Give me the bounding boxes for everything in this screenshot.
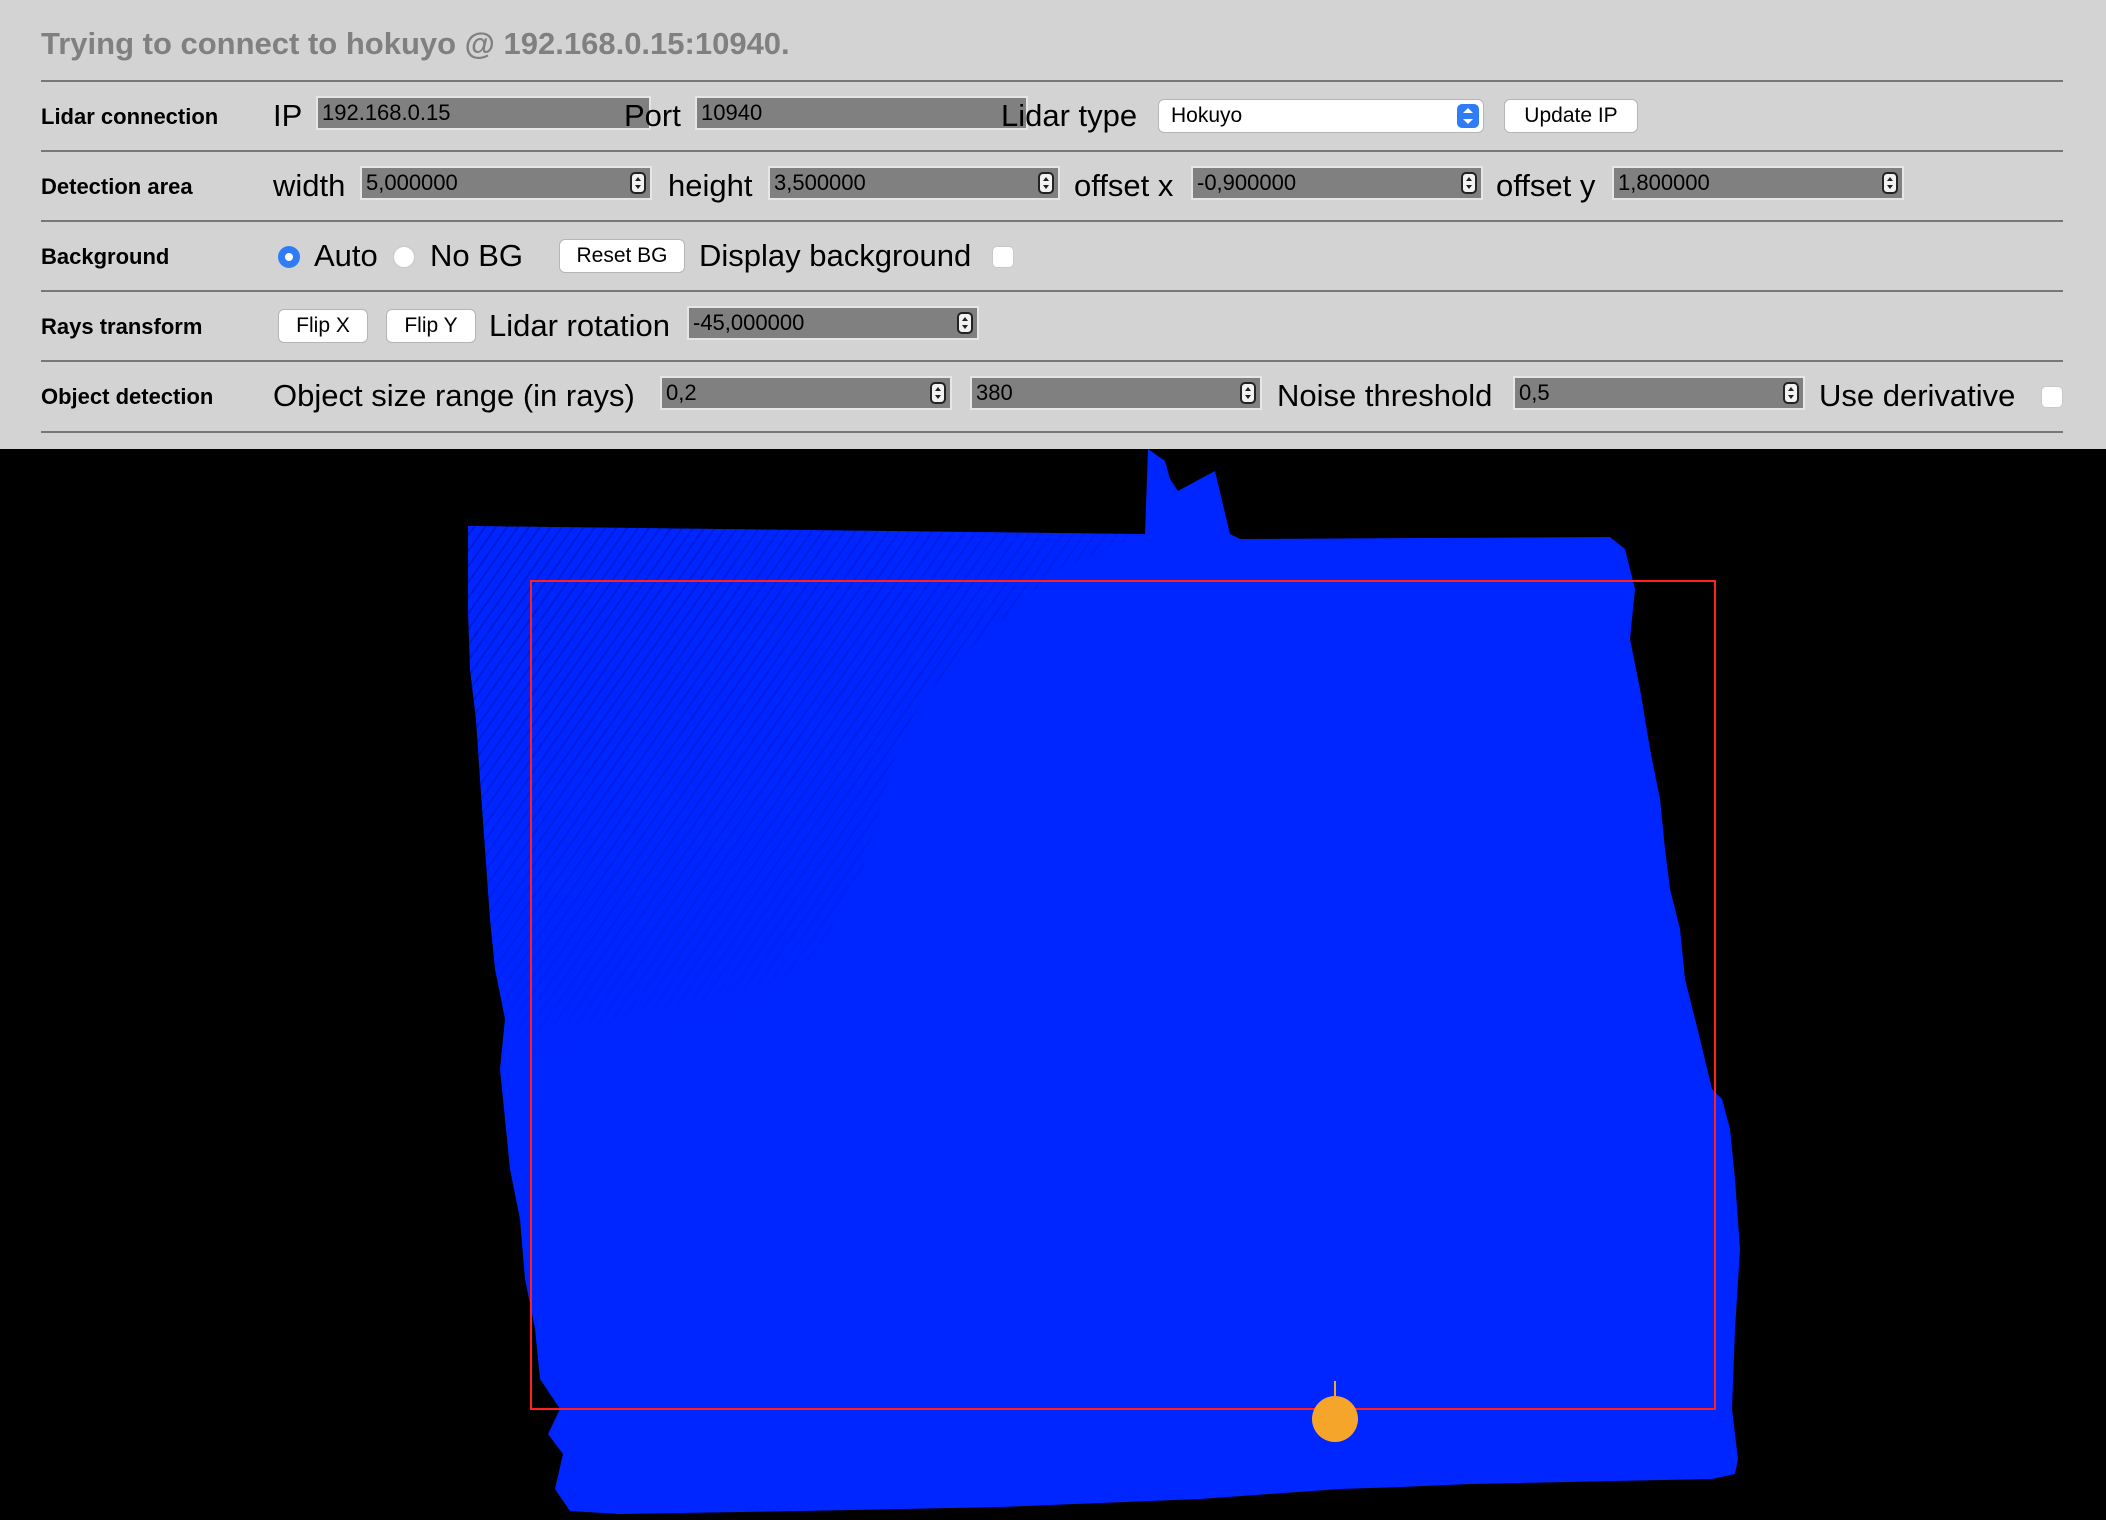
stepper-icon[interactable] [1240, 382, 1256, 404]
object-size-max-value: 380 [976, 380, 1013, 405]
row-object-detection: Object detection Object size range (in r… [41, 360, 2063, 433]
noise-threshold-value: 0,5 [1519, 380, 1550, 405]
lidar-type-value: Hokuyo [1171, 104, 1243, 127]
width-input[interactable]: 5,000000 [360, 166, 652, 200]
auto-label: Auto [314, 238, 378, 273]
height-value: 3,500000 [774, 170, 866, 195]
use-derivative-label: Use derivative [1819, 378, 2016, 413]
use-derivative-checkbox[interactable] [2041, 386, 2063, 408]
stepper-icon[interactable] [930, 382, 946, 404]
stepper-icon[interactable] [1461, 172, 1477, 194]
row-title-object-detection: Object detection [41, 384, 214, 409]
stepper-icon[interactable] [957, 312, 973, 334]
lidar-position-marker [1312, 1396, 1358, 1442]
object-size-min-input[interactable]: 0,2 [660, 376, 952, 410]
chevron-updown-icon [1457, 104, 1479, 128]
ip-input[interactable]: 192.168.0.15 [316, 96, 651, 130]
offset-y-input[interactable]: 1,800000 [1612, 166, 1904, 200]
no-bg-label: No BG [430, 238, 524, 273]
row-lidar-connection: Lidar connection IP 192.168.0.15 Port 10… [41, 80, 2063, 152]
row-title-detection-area: Detection area [41, 174, 193, 199]
port-input[interactable]: 10940 [695, 96, 1028, 130]
stepper-icon[interactable] [1882, 172, 1898, 194]
ip-label: IP [273, 98, 303, 133]
offset-y-label: offset y [1496, 168, 1596, 203]
height-input[interactable]: 3,500000 [768, 166, 1060, 200]
height-label: height [668, 168, 753, 203]
display-background-label: Display background [699, 238, 972, 273]
reset-bg-button[interactable]: Reset BG [559, 239, 685, 273]
display-background-checkbox[interactable] [992, 246, 1014, 268]
row-title-rays-transform: Rays transform [41, 314, 203, 339]
connection-status: Trying to connect to hokuyo @ 192.168.0.… [41, 26, 790, 61]
lidar-rotation-input[interactable]: -45,000000 [687, 306, 979, 340]
stepper-icon[interactable] [1038, 172, 1054, 194]
stepper-icon[interactable] [1783, 382, 1799, 404]
update-ip-button[interactable]: Update IP [1504, 99, 1638, 133]
row-detection-area: Detection area width 5,000000 height 3,5… [41, 150, 2063, 222]
width-label: width [273, 168, 346, 203]
row-background: Background Auto No BG Reset BG Display b… [41, 220, 2063, 292]
offset-x-label: offset x [1074, 168, 1174, 203]
flip-x-button[interactable]: Flip X [278, 309, 368, 343]
settings-panel: Trying to connect to hokuyo @ 192.168.0.… [0, 0, 2106, 449]
noise-threshold-input[interactable]: 0,5 [1513, 376, 1805, 410]
noise-threshold-label: Noise threshold [1277, 378, 1493, 413]
row-rays-transform: Rays transform Flip X Flip Y Lidar rotat… [41, 290, 2063, 362]
stepper-icon[interactable] [630, 172, 646, 194]
flip-y-button[interactable]: Flip Y [386, 309, 476, 343]
offset-x-value: -0,900000 [1197, 170, 1297, 195]
width-value: 5,000000 [366, 170, 458, 195]
offset-x-input[interactable]: -0,900000 [1191, 166, 1483, 200]
lidar-rotation-value: -45,000000 [693, 310, 805, 335]
object-size-max-input[interactable]: 380 [970, 376, 1262, 410]
no-bg-radio[interactable] [393, 246, 415, 268]
row-title-lidar-connection: Lidar connection [41, 104, 219, 129]
auto-radio[interactable] [278, 246, 300, 268]
object-size-min-value: 0,2 [666, 380, 697, 405]
lidar-type-select[interactable]: Hokuyo [1158, 99, 1484, 133]
lidar-view-canvas[interactable] [0, 449, 2106, 1520]
lidar-type-label: Lidar type [1001, 98, 1138, 133]
row-title-background: Background [41, 244, 170, 269]
port-label: Port [624, 98, 681, 133]
lidar-view-svg [468, 449, 1740, 1514]
offset-y-value: 1,800000 [1618, 170, 1710, 195]
object-size-label: Object size range (in rays) [273, 378, 635, 413]
lidar-rotation-label: Lidar rotation [489, 308, 670, 343]
